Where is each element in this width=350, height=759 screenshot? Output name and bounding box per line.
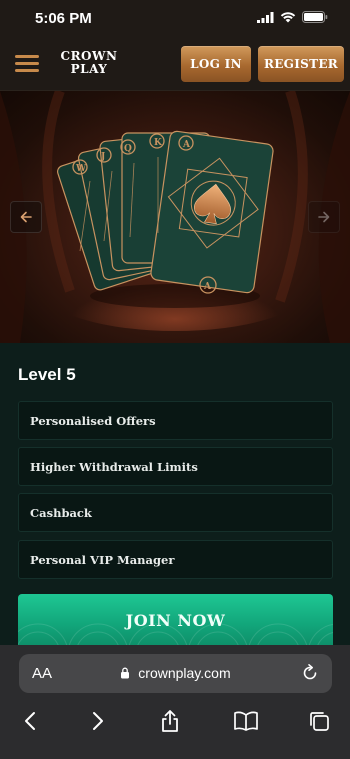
join-now-label: JOIN NOW (125, 610, 226, 630)
forward-icon[interactable] (86, 709, 110, 733)
browser-toolbar: AA crownplay.com (0, 645, 350, 759)
status-bar: 5:06 PM (0, 0, 350, 38)
status-time: 5:06 PM (35, 10, 92, 27)
reload-icon[interactable] (300, 663, 320, 683)
svg-text:J: J (100, 152, 105, 162)
back-icon[interactable] (18, 709, 42, 733)
perk-item: Personal VIP Manager (18, 540, 333, 579)
signal-icon (257, 11, 274, 23)
svg-text:A: A (203, 282, 212, 292)
crownplay-logo[interactable]: CROWN PLAY (60, 50, 118, 76)
level-title: Level 5 (18, 365, 76, 384)
login-button[interactable]: LOG IN (181, 46, 251, 82)
address-bar[interactable]: AA crownplay.com (19, 654, 332, 693)
url-text: crownplay.com (138, 665, 231, 681)
hero-banner: W J Q K A A (0, 91, 350, 343)
perk-item: Cashback (18, 493, 333, 532)
vip-level-panel: Level 5 Personalised Offers Higher Withd… (0, 343, 350, 646)
svg-text:K: K (154, 138, 163, 148)
url-display[interactable]: crownplay.com (19, 665, 332, 681)
wifi-icon (280, 12, 296, 23)
battery-icon (302, 11, 328, 23)
register-button[interactable]: REGISTER (258, 46, 344, 82)
carousel-prev-button[interactable] (10, 201, 42, 233)
logo-text-line2: PLAY (70, 62, 108, 76)
share-icon[interactable] (158, 709, 182, 733)
lock-icon (121, 667, 130, 679)
perk-item: Personalised Offers (18, 401, 333, 440)
hamburger-menu-icon[interactable] (15, 55, 39, 73)
svg-text:A: A (182, 140, 191, 150)
svg-text:Q: Q (124, 144, 132, 154)
site-header: CROWN PLAY LOG IN REGISTER (0, 38, 350, 91)
svg-text:W: W (75, 164, 87, 174)
arrow-right-icon (318, 211, 330, 223)
hero-cards-illustration: W J Q K A A (0, 91, 350, 343)
perk-item: Higher Withdrawal Limits (18, 447, 333, 486)
carousel-next-button[interactable] (308, 201, 340, 233)
tabs-icon[interactable] (307, 709, 331, 733)
status-icons (257, 11, 328, 23)
join-now-button[interactable]: JOIN NOW (18, 594, 333, 646)
browser-nav-row (0, 703, 350, 743)
bookmarks-icon[interactable] (232, 709, 260, 733)
arrow-left-icon (20, 211, 32, 223)
